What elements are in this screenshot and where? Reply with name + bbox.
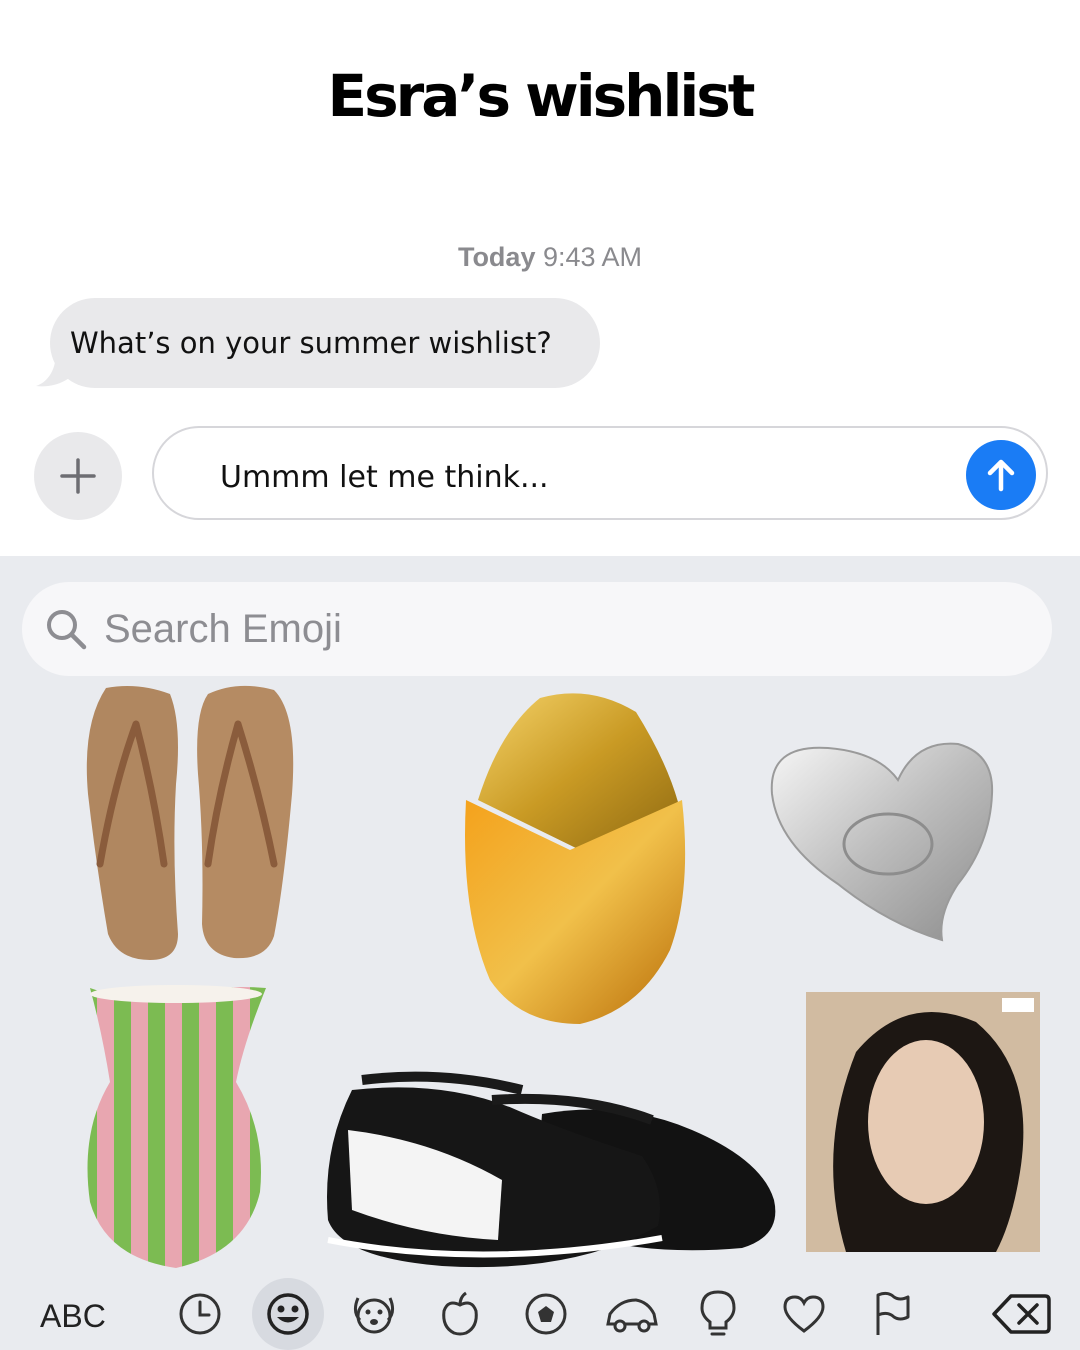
dog-face-icon: [353, 1297, 395, 1334]
ballet-sneakers-image[interactable]: [322, 1060, 782, 1272]
smileys-category-button[interactable]: [252, 1278, 324, 1350]
emoji-search-placeholder: Search Emoji: [104, 606, 342, 651]
incoming-message-bubble: What’s on your summer wishlist?: [50, 298, 600, 388]
objects-category-button[interactable]: [682, 1278, 754, 1350]
heart-icon: [783, 1295, 825, 1333]
travel-category-button[interactable]: [596, 1278, 668, 1350]
lightbulb-icon: [700, 1290, 736, 1336]
amber-perfume-image[interactable]: [460, 690, 690, 1026]
symbols-category-button[interactable]: [768, 1278, 840, 1350]
timestamp-time: 9:43 AM: [542, 242, 643, 272]
abc-keyboard-button[interactable]: ABC: [40, 1298, 106, 1335]
delete-button[interactable]: [986, 1278, 1056, 1350]
apple-icon: [442, 1291, 478, 1336]
add-attachment-button[interactable]: [34, 432, 122, 520]
animals-category-button[interactable]: [338, 1278, 410, 1350]
message-compose-field[interactable]: Ummm let me think...: [152, 426, 1048, 520]
car-icon: [606, 1298, 658, 1333]
flag-icon: [876, 1291, 910, 1335]
emoji-keyboard: Search Emoji ABC: [0, 556, 1080, 1350]
message-timestamp: Today 9:43 AM: [0, 242, 1080, 273]
timestamp-day: Today: [457, 242, 536, 272]
food-category-button[interactable]: [424, 1278, 496, 1350]
incoming-message-text: What’s on your summer wishlist?: [70, 326, 552, 360]
plus-icon: [60, 458, 96, 494]
emoji-category-bar: ABC: [0, 1268, 1080, 1350]
activity-category-button[interactable]: [510, 1278, 582, 1350]
recents-category-button[interactable]: [164, 1278, 236, 1350]
flags-category-button[interactable]: [856, 1278, 928, 1350]
search-icon: [47, 610, 87, 650]
page-title: Esra’s wishlist: [327, 62, 756, 130]
message-input[interactable]: Ummm let me think...: [220, 460, 920, 495]
album-cover-image[interactable]: [806, 992, 1040, 1252]
emoji-search-field[interactable]: Search Emoji: [22, 582, 1052, 676]
striped-vase-image[interactable]: [80, 982, 270, 1272]
backspace-icon: [992, 1294, 1051, 1334]
clock-icon: [179, 1293, 221, 1335]
soccer-ball-icon: [525, 1293, 567, 1335]
smiley-icon: [267, 1293, 309, 1335]
send-button[interactable]: [966, 440, 1036, 510]
heart-perfume-image[interactable]: [768, 734, 996, 944]
arrow-up-icon: [987, 459, 1015, 492]
flip-flops-image[interactable]: [78, 684, 303, 964]
